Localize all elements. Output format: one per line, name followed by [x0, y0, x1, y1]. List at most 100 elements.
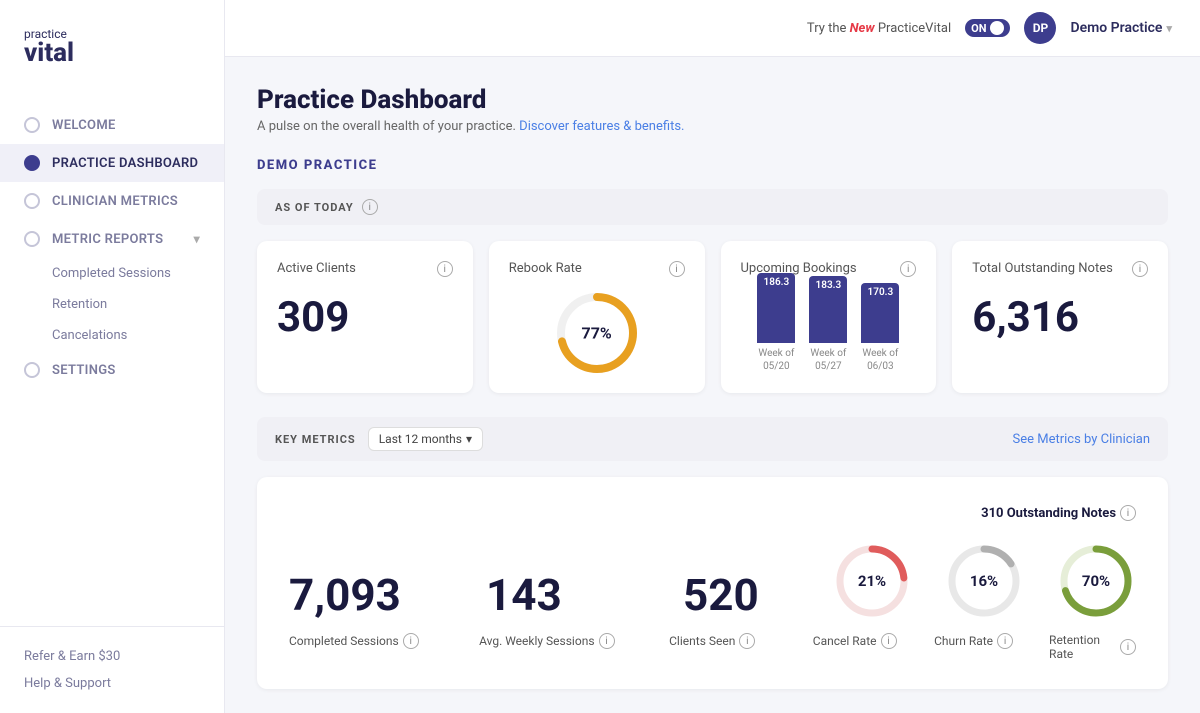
- sidebar-item-label-dashboard: PRACTICE DASHBOARD: [52, 156, 198, 171]
- nav-circle-dashboard: [24, 155, 40, 171]
- chevron-down-icon: ▾: [1166, 22, 1172, 35]
- info-icon-upcoming[interactable]: i: [900, 261, 916, 277]
- circle-label-churn: Churn Rate i: [930, 633, 1017, 661]
- sidebar-item-retention[interactable]: Retention: [52, 289, 224, 320]
- circle-label-retention: Retention Rate i: [1049, 633, 1136, 661]
- new-version-toggle[interactable]: ON: [965, 19, 1010, 37]
- metric-clients-seen: 520: [683, 569, 832, 621]
- page-subtitle-text: A pulse on the overall health of your pr…: [257, 119, 516, 134]
- period-select[interactable]: Last 12 months ▾: [368, 427, 483, 451]
- rebook-percent: 77%: [582, 324, 612, 343]
- sidebar-item-clinician-metrics[interactable]: CLINICIAN METRICS: [0, 182, 224, 220]
- main-content: Try the New PracticeVital ON DP Demo Pra…: [225, 0, 1200, 713]
- sidebar-bottom: Refer & Earn $30 Help & Support: [0, 626, 224, 713]
- metric-completed-sessions: 7,093: [289, 569, 438, 621]
- bar-week1: 186.3: [757, 273, 795, 343]
- completed-sessions-label: Completed Sessions: [289, 634, 399, 648]
- see-metrics-link[interactable]: See Metrics by Clinician: [1013, 432, 1150, 447]
- churn-rate-value: 16%: [970, 572, 998, 590]
- info-icon-active-clients[interactable]: i: [437, 261, 453, 277]
- bar-week2: 183.3: [809, 276, 847, 343]
- bar-val-1: 186.3: [764, 277, 790, 288]
- refer-link[interactable]: Refer & Earn $30: [24, 643, 200, 670]
- cancel-rate-donut: 21%: [832, 541, 912, 621]
- info-icon-avg-weekly[interactable]: i: [599, 633, 615, 649]
- sidebar-subnav: Completed Sessions Retention Cancelation…: [0, 258, 224, 351]
- outstanding-notes-indicator: 310 Outstanding Notes i: [289, 505, 1136, 521]
- sidebar-item-label-clinician: CLINICIAN METRICS: [52, 194, 178, 209]
- metrics-cards-row: Active Clients i 309 Rebook Rate i: [257, 241, 1168, 393]
- avatar: DP: [1024, 12, 1056, 44]
- bar-val-2: 183.3: [816, 280, 842, 291]
- card-active-clients-title: Active Clients: [277, 261, 356, 276]
- card-outstanding-notes-title: Total Outstanding Notes: [972, 261, 1113, 276]
- card-rebook-rate-title: Rebook Rate: [509, 261, 582, 276]
- toggle-label: ON: [971, 22, 986, 35]
- practice-name: Demo Practice: [1070, 20, 1162, 36]
- card-outstanding-notes: Total Outstanding Notes i 6,316: [952, 241, 1168, 393]
- topbar-new-label: New: [850, 21, 875, 36]
- clients-seen-label: Clients Seen: [669, 634, 735, 648]
- sidebar-item-cancelations[interactable]: Cancelations: [52, 320, 224, 351]
- circle-metrics-group: 21% 16%: [832, 541, 1136, 621]
- bar-group-3: 170.3 Week of06/03: [861, 283, 899, 373]
- card-rebook-rate-header: Rebook Rate i: [509, 261, 685, 277]
- chevron-down-icon: ▾: [194, 232, 200, 246]
- sidebar-item-completed-sessions[interactable]: Completed Sessions: [52, 258, 224, 289]
- info-icon-outstanding[interactable]: i: [1120, 505, 1136, 521]
- card-upcoming-bookings: Upcoming Bookings i 186.3 Week of05/20 1…: [721, 241, 937, 393]
- bar-val-3: 170.3: [868, 287, 894, 298]
- sidebar-item-welcome[interactable]: WELCOME: [0, 106, 224, 144]
- avg-weekly-label: Avg. Weekly Sessions: [479, 634, 594, 648]
- key-metrics-card: 310 Outstanding Notes i 7,093 143 520: [257, 477, 1168, 689]
- avg-weekly-value: 143: [486, 569, 635, 621]
- metric-churn-rate: 16%: [944, 541, 1024, 621]
- outstanding-notes-count: 310 Outstanding Notes: [981, 506, 1116, 521]
- active-clients-value: 309: [277, 293, 453, 342]
- info-icon-churn[interactable]: i: [997, 633, 1013, 649]
- bar-week3: 170.3: [861, 283, 899, 343]
- info-icon-clients-seen[interactable]: i: [739, 633, 755, 649]
- circle-labels-group: Cancel Rate i Churn Rate i Retention Rat…: [811, 633, 1136, 661]
- help-link[interactable]: Help & Support: [24, 670, 200, 697]
- info-icon-as-of[interactable]: i: [362, 199, 378, 215]
- logo: practice vital: [0, 0, 224, 98]
- topbar-try-text: Try the New PracticeVital: [807, 21, 951, 36]
- metric-cancel-rate: 21%: [832, 541, 912, 621]
- churn-rate-donut: 16%: [944, 541, 1024, 621]
- key-metrics-label: KEY METRICS: [275, 433, 356, 446]
- discover-link[interactable]: Discover features & benefits.: [519, 119, 684, 134]
- as-of-today-header: AS OF TODAY i: [257, 189, 1168, 225]
- outstanding-notes-value: 6,316: [972, 293, 1148, 342]
- bookings-bar-chart: 186.3 Week of05/20 183.3 Week of05/27 17…: [741, 293, 917, 373]
- clients-seen-value: 520: [683, 569, 832, 621]
- card-outstanding-notes-header: Total Outstanding Notes i: [972, 261, 1148, 277]
- section-label: DEMO PRACTICE: [257, 158, 1168, 173]
- sidebar-item-settings[interactable]: SETTINGS: [0, 351, 224, 389]
- bar-group-2: 183.3 Week of05/27: [809, 276, 847, 373]
- sidebar-item-label-reports: METRIC REPORTS: [52, 232, 163, 247]
- retention-rate-label: Retention Rate: [1049, 633, 1116, 661]
- rebook-donut-wrap: 77%: [509, 293, 685, 373]
- card-rebook-rate: Rebook Rate i 77%: [489, 241, 705, 393]
- label-completed-sessions: Completed Sessions i: [289, 633, 431, 661]
- sidebar-item-metric-reports[interactable]: METRIC REPORTS ▾: [0, 220, 224, 258]
- info-icon-cancel[interactable]: i: [881, 633, 897, 649]
- churn-rate-label: Churn Rate: [934, 634, 993, 648]
- completed-sessions-value: 7,093: [289, 569, 438, 621]
- card-active-clients: Active Clients i 309: [257, 241, 473, 393]
- toggle-knob: [990, 21, 1004, 35]
- bar-label-1: Week of05/20: [758, 347, 794, 373]
- sidebar-nav: WELCOME PRACTICE DASHBOARD CLINICIAN MET…: [0, 98, 224, 626]
- info-icon-rebook[interactable]: i: [669, 261, 685, 277]
- info-icon-completed[interactable]: i: [403, 633, 419, 649]
- sidebar-item-practice-dashboard[interactable]: PRACTICE DASHBOARD: [0, 144, 224, 182]
- info-icon-retention[interactable]: i: [1120, 639, 1136, 655]
- logo-text: practice vital: [24, 28, 200, 66]
- label-clients-seen: Clients Seen i: [669, 633, 811, 661]
- practice-name-dropdown[interactable]: Demo Practice ▾: [1070, 20, 1172, 36]
- info-icon-notes[interactable]: i: [1132, 261, 1148, 277]
- metrics-nums-group: 7,093 143 520: [289, 569, 832, 621]
- topbar-practice-vital: PracticeVital: [878, 21, 951, 36]
- metrics-bottom-row: 7,093 143 520: [289, 541, 1136, 621]
